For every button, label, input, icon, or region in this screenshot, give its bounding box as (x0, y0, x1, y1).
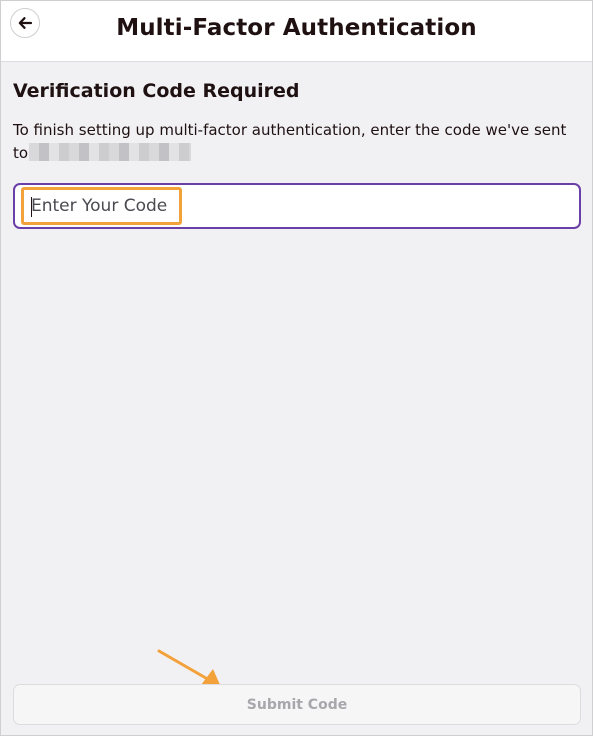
instruction-sentence: To finish setting up multi-factor authen… (13, 121, 567, 139)
page-title: Multi-Factor Authentication (116, 15, 477, 41)
section-heading: Verification Code Required (13, 80, 300, 102)
code-input-container (13, 183, 581, 229)
verification-code-input[interactable] (31, 185, 571, 227)
submit-code-button[interactable]: Submit Code (13, 684, 581, 725)
redacted-recipient (29, 142, 192, 161)
instruction-text: To finish setting up multi-factor authen… (13, 119, 583, 165)
mfa-screen: Multi-Factor Authentication Verification… (0, 0, 593, 736)
header-bar: Multi-Factor Authentication (1, 1, 592, 62)
recipient-prefix: to (13, 144, 29, 162)
text-caret (31, 197, 32, 217)
